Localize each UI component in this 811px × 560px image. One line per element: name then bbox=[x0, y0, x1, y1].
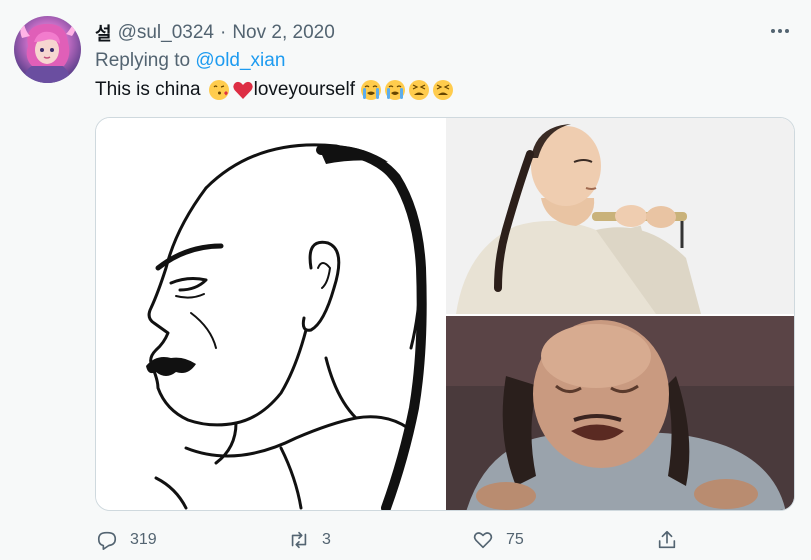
face-blowing-kiss-icon bbox=[208, 80, 229, 100]
share-button[interactable] bbox=[656, 522, 678, 558]
tweet-text-part2: loveyourself bbox=[253, 79, 355, 100]
media-image-crying[interactable] bbox=[446, 316, 794, 510]
replying-to-handle[interactable]: @old_xian bbox=[195, 50, 285, 71]
reply-icon bbox=[97, 531, 117, 550]
reply-button[interactable]: 319 bbox=[96, 522, 157, 558]
tired-face-icon bbox=[409, 80, 429, 100]
more-dot bbox=[778, 29, 782, 33]
bald-man-drawing-image bbox=[146, 143, 427, 510]
tired-face-icon bbox=[433, 80, 453, 100]
crying-man-image bbox=[446, 316, 794, 510]
tweet-text: This is china loveyourself bbox=[95, 79, 454, 101]
tweet-date[interactable]: Nov 2, 2020 bbox=[232, 22, 334, 44]
more-dot bbox=[771, 29, 775, 33]
avatar-image bbox=[20, 22, 76, 83]
user-handle[interactable]: @sul_0324 bbox=[118, 22, 214, 44]
retweet-count: 3 bbox=[322, 531, 331, 548]
red-heart-icon bbox=[232, 81, 253, 99]
reply-count: 319 bbox=[130, 531, 157, 548]
media-image-flute[interactable] bbox=[446, 118, 794, 314]
avatar[interactable] bbox=[14, 16, 81, 83]
share-icon bbox=[658, 530, 676, 549]
action-bar: 319 3 75 bbox=[0, 522, 811, 558]
separator-dot: · bbox=[219, 22, 227, 43]
heart-icon bbox=[473, 532, 493, 549]
media-grid bbox=[95, 117, 795, 511]
more-dot bbox=[785, 29, 789, 33]
loudly-crying-face-icon bbox=[385, 80, 405, 100]
man-playing-flute-image bbox=[446, 118, 794, 314]
tweet-header: 설 @sul_0324 · Nov 2, 2020 bbox=[95, 20, 335, 46]
retweet-button[interactable]: 3 bbox=[288, 522, 331, 558]
like-count: 75 bbox=[506, 531, 524, 548]
tweet-text-part1: This is china bbox=[95, 79, 201, 100]
tweet: 설 @sul_0324 · Nov 2, 2020 Replying to @o… bbox=[0, 0, 811, 560]
retweet-icon bbox=[291, 531, 307, 549]
display-name[interactable]: 설 bbox=[95, 20, 112, 46]
loudly-crying-face-icon bbox=[361, 80, 381, 100]
replying-prefix: Replying to bbox=[95, 50, 191, 71]
more-options-button[interactable] bbox=[767, 18, 793, 44]
like-button[interactable]: 75 bbox=[472, 522, 524, 558]
media-image-drawing[interactable] bbox=[96, 118, 444, 510]
replying-to-line: Replying to @old_xian bbox=[95, 50, 285, 72]
